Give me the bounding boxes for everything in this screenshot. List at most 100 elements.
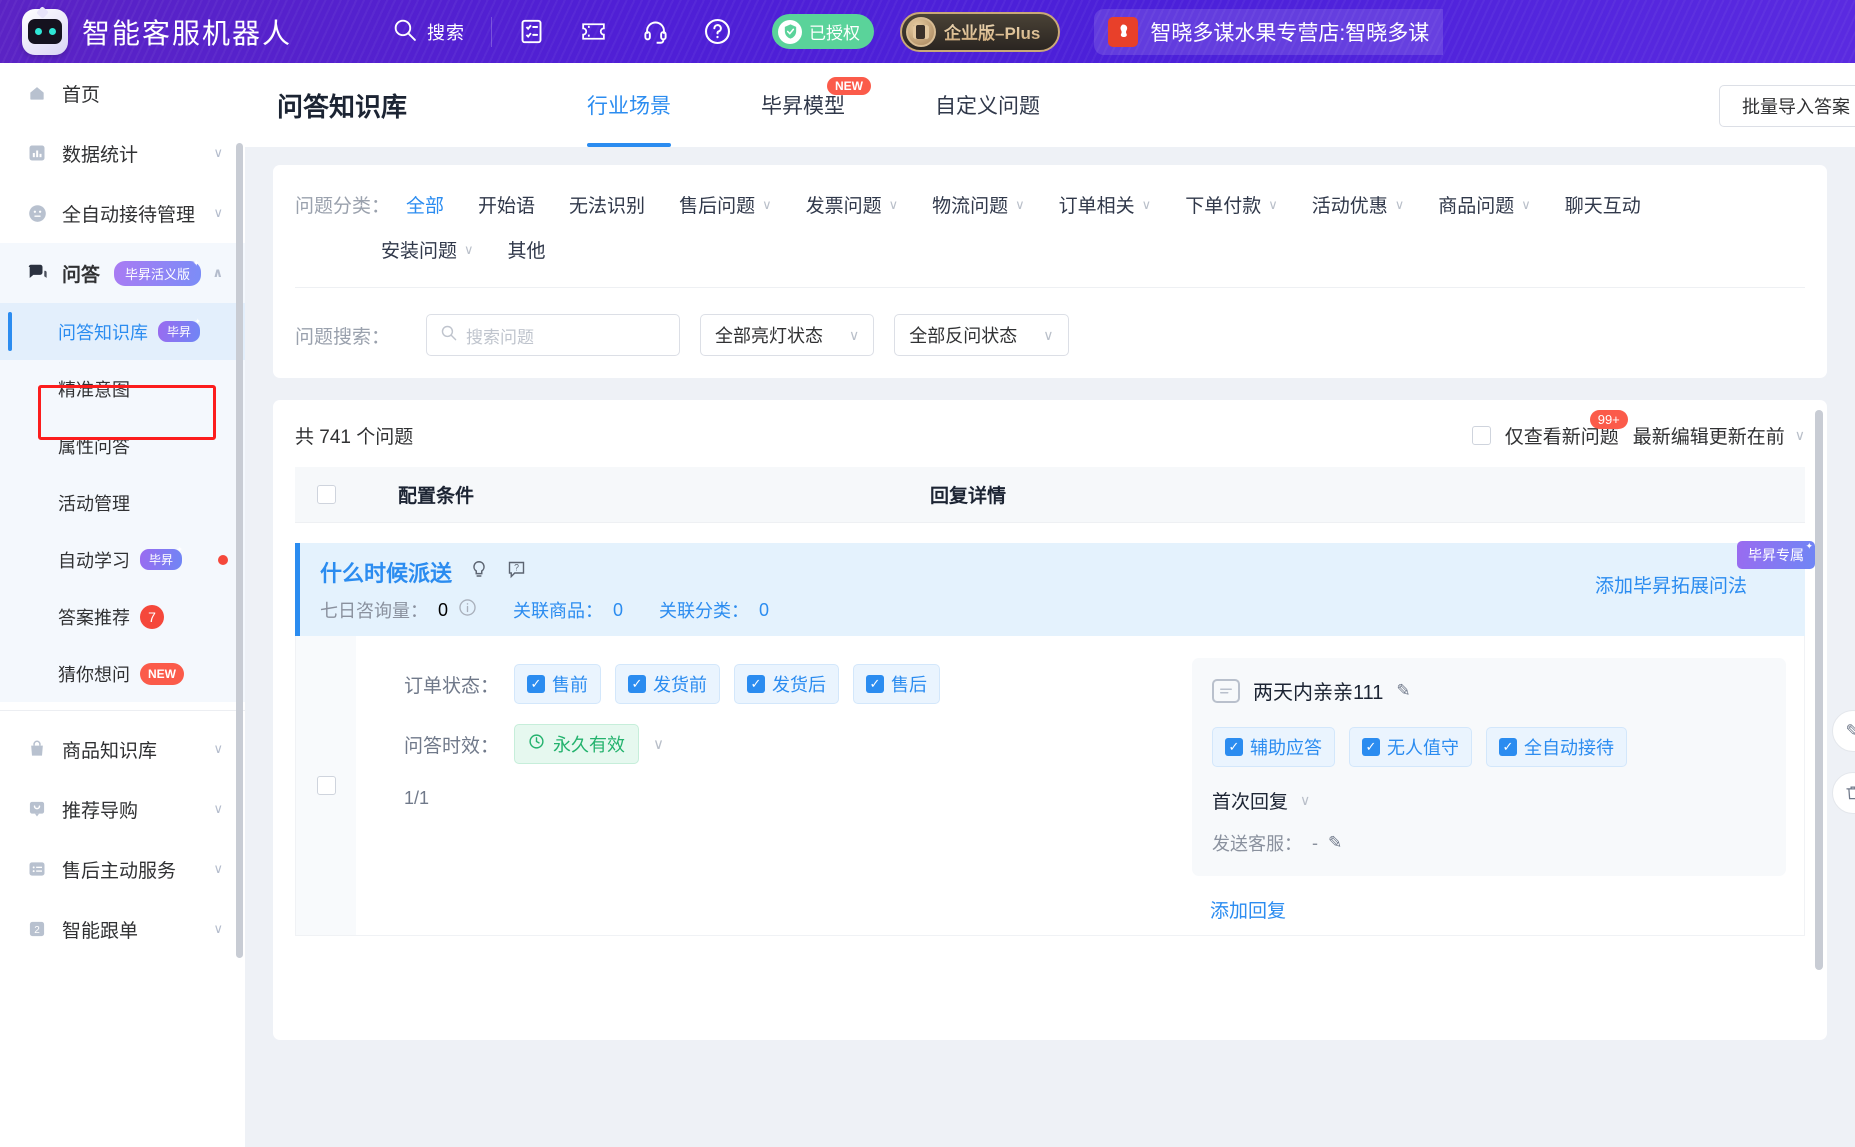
check-icon: ✓ <box>1225 738 1243 756</box>
sidebar-item-home[interactable]: 首页 <box>0 63 245 123</box>
sidebar-label-statistics: 数据统计 <box>62 144 139 166</box>
reply-mode-assist[interactable]: ✓ 辅助应答 <box>1212 727 1335 767</box>
order-status-presale[interactable]: ✓ 售前 <box>514 664 601 704</box>
order-status-aftersale[interactable]: ✓ 售后 <box>853 664 940 704</box>
question-help-icon[interactable]: ? <box>506 559 527 585</box>
only-new-checkbox[interactable] <box>1471 426 1491 445</box>
main-scrollbar[interactable] <box>1815 410 1823 970</box>
chart-icon <box>26 142 48 164</box>
validity-chip[interactable]: 永久有效 <box>514 724 639 764</box>
row-checkbox[interactable] <box>316 776 336 795</box>
tab-industry-scene[interactable]: 行业场景 <box>587 63 672 147</box>
sidebar-item-qa-knowledge-base[interactable]: 问答知识库 毕昇 <box>0 303 245 360</box>
batch-import-answers-button[interactable]: 批量导入答案 <box>1719 85 1855 127</box>
sidebar-item-precise-intent[interactable]: 精准意图 <box>0 360 245 417</box>
form-icon[interactable] <box>518 18 545 45</box>
delete-button[interactable] <box>1832 772 1855 814</box>
category-other[interactable]: 其他 <box>508 236 546 263</box>
sidebar-item-product-kb[interactable]: 商品知识库 ∨ <box>0 719 245 779</box>
order-status-option-label: 售后 <box>891 675 927 695</box>
sidebar-item-attribute-qa[interactable]: 属性问答 <box>0 417 245 474</box>
category-product[interactable]: 商品问题 ∨ <box>1438 191 1531 218</box>
help-icon[interactable] <box>703 17 732 46</box>
chevron-down-icon: ∨ <box>1141 196 1152 212</box>
auth-status-badge[interactable]: 已授权 <box>772 14 875 49</box>
send-to-agent-field: 发送客服： - ✎ <box>1212 830 1766 856</box>
chevron-down-icon: ∨ <box>1394 196 1405 212</box>
chevron-down-icon: ∨ <box>762 196 772 212</box>
category-all[interactable]: 全部 <box>406 191 444 218</box>
chevron-down-icon[interactable]: ∨ <box>653 735 664 753</box>
add-reply-link[interactable]: 添加回复 <box>1210 896 1786 923</box>
search-input[interactable]: 搜索问题 <box>426 314 681 356</box>
sidebar-item-auto-learning[interactable]: 自动学习 毕昇 <box>0 531 245 588</box>
sidebar-item-auto-reception[interactable]: 全自动接待管理 ∨ <box>0 183 245 243</box>
send-to-agent-label: 发送客服： <box>1212 834 1302 854</box>
category-promotion[interactable]: 活动优惠 ∨ <box>1312 191 1405 218</box>
category-label: 商品问题 <box>1438 196 1515 217</box>
select-all-checkbox[interactable] <box>317 485 336 504</box>
category-invoice[interactable]: 发票问题 ∨ <box>806 191 899 218</box>
edit-button[interactable]: ✎ <box>1832 710 1855 752</box>
reply-mode-full-auto[interactable]: ✓ 全自动接待 <box>1486 727 1627 767</box>
sidebar-item-guess-question[interactable]: 猜你想问 NEW <box>0 645 245 702</box>
order-status-after-ship[interactable]: ✓ 发货后 <box>734 664 839 704</box>
answer-recommend-count-badge: 7 <box>140 604 164 629</box>
category-opening[interactable]: 开始语 <box>478 191 535 218</box>
category-logistics[interactable]: 物流问题 ∨ <box>932 191 1025 218</box>
order-status-before-ship[interactable]: ✓ 发货前 <box>615 664 720 704</box>
category-filter-row: 问题分类： 全部 开始语 无法识别 售后问题 ∨ 发票问题 ∨ 物流问题 ∨ 订… <box>273 191 1827 218</box>
tab-bisheng-model[interactable]: 毕昇模型 NEW <box>761 63 872 147</box>
page-title: 问答知识库 <box>277 91 408 122</box>
global-search[interactable]: 搜索 <box>392 17 465 47</box>
reverse-status-select[interactable]: 全部反问状态 ∨ <box>894 314 1069 356</box>
category-aftersale[interactable]: 售后问题 ∨ <box>679 191 772 218</box>
sort-select[interactable]: 最新编辑更新在前 ∨ <box>1633 422 1805 449</box>
sidebar-item-smart-order[interactable]: 2 智能跟单 ∨ <box>0 899 245 959</box>
ticket-icon[interactable] <box>579 18 608 45</box>
shop-selector[interactable]: 智晓多谋水果专营店:智晓多谋 <box>1094 8 1444 55</box>
recommend-icon <box>26 798 48 820</box>
related-category-label[interactable]: 关联分类： <box>659 597 749 623</box>
edit-pencil-icon[interactable]: ✎ <box>1396 681 1410 701</box>
headset-icon[interactable] <box>642 18 669 45</box>
sidebar-item-recommend-guide[interactable]: 推荐导购 ∨ <box>0 779 245 839</box>
category-installation[interactable]: 安装问题 ∨ <box>381 236 474 263</box>
sidebar-label-precise-intent: 精准意图 <box>58 379 130 400</box>
category-label: 安装问题 <box>381 241 458 262</box>
reply-mode-label: 无人值守 <box>1387 738 1459 758</box>
list-toolbar-right: 仅查看新问题 99+ 最新编辑更新在前 ∨ <box>1471 410 1805 449</box>
question-title[interactable]: 什么时候派送 <box>320 556 452 588</box>
svg-text:2: 2 <box>34 925 40 936</box>
enterprise-plus-badge[interactable]: 企业版–Plus <box>900 11 1061 52</box>
reverse-status-value: 全部反问状态 <box>909 326 1018 346</box>
sidebar-item-aftersale-service[interactable]: 售后主动服务 ∨ <box>0 839 245 899</box>
edit-pencil-icon[interactable]: ✎ <box>1328 833 1342 853</box>
tab-custom-question[interactable]: 自定义问题 <box>935 63 1040 147</box>
sidebar-item-qa[interactable]: 问答 毕昇活义版 ∧ <box>0 243 245 303</box>
sidebar-item-statistics[interactable]: 数据统计 ∨ <box>0 123 245 183</box>
chevron-down-icon: ∨ <box>213 801 223 816</box>
add-bisheng-expansion-link[interactable]: 添加毕昇拓展问法 <box>1595 571 1747 598</box>
search-icon <box>440 324 457 346</box>
sidebar-scrollbar[interactable] <box>236 143 243 958</box>
sidebar-item-answer-recommend[interactable]: 答案推荐 7 <box>0 588 245 645</box>
brand-logo[interactable]: 智能客服机器人 <box>22 5 292 55</box>
category-chat[interactable]: 聊天互动 <box>1565 191 1641 218</box>
sidebar-tag-bisheng-active: 毕昇活义版 <box>114 258 202 286</box>
sidebar-item-activity-management[interactable]: 活动管理 <box>0 474 245 531</box>
category-order-related[interactable]: 订单相关 ∨ <box>1059 191 1152 218</box>
bulb-icon[interactable] <box>468 559 490 586</box>
first-reply-select[interactable]: 首次回复 ∨ <box>1212 787 1766 814</box>
category-order-payment[interactable]: 下单付款 ∨ <box>1185 191 1278 218</box>
chevron-down-icon: ∨ <box>213 741 223 756</box>
order-status-field: 订单状态： ✓ 售前 ✓ 发货前 ✓ 发货后 ✓ 售后 <box>404 664 1174 704</box>
category-unrecognized[interactable]: 无法识别 <box>569 191 645 218</box>
reply-mode-unattended[interactable]: ✓ 无人值守 <box>1349 727 1472 767</box>
first-reply-label: 首次回复 <box>1212 792 1289 813</box>
info-icon[interactable] <box>458 598 477 622</box>
sidebar-label-activity-management: 活动管理 <box>58 493 130 514</box>
light-status-select[interactable]: 全部亮灯状态 ∨ <box>700 314 875 356</box>
related-goods-label[interactable]: 关联商品： <box>513 597 603 623</box>
chevron-down-icon: ∨ <box>1794 427 1805 443</box>
